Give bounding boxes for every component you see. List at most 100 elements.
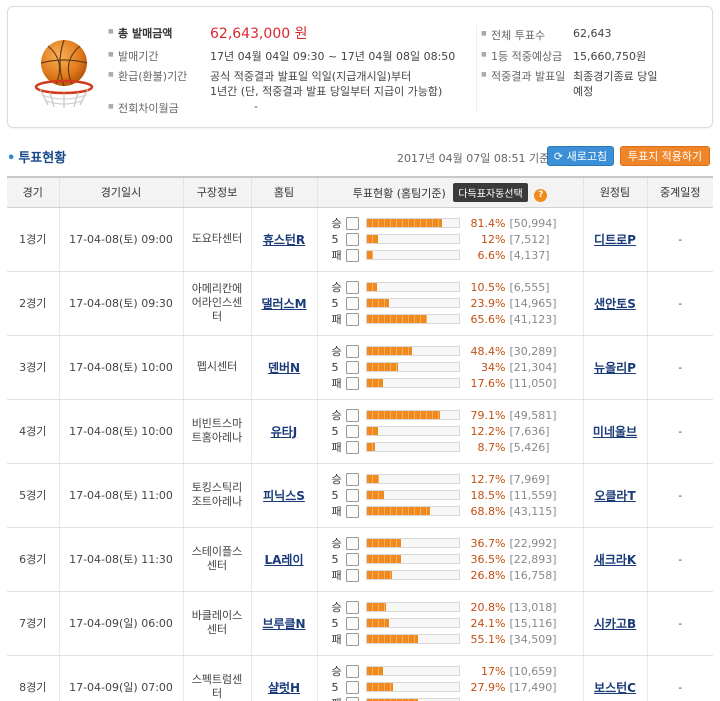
home-team-link[interactable]: 휴스턴R	[263, 233, 305, 247]
vote-checkbox[interactable]	[345, 232, 359, 246]
vote-option-label: 5	[331, 296, 339, 310]
vote-option-label: 5	[331, 424, 339, 438]
vote-line: 승 81.4% [50,994]	[332, 215, 579, 231]
away-team-link[interactable]: 미네울브	[593, 425, 637, 439]
header-datetime: 경기일시	[58, 176, 183, 208]
auto-select-button[interactable]: 다득표자동선택	[453, 182, 528, 202]
vote-bar	[365, 554, 460, 564]
vote-checkbox[interactable]	[345, 488, 359, 502]
vote-checkbox[interactable]	[345, 600, 359, 614]
broadcast: -	[646, 271, 713, 336]
vote-line: 패 55.1% [34,509]	[332, 631, 579, 647]
carryover-label: 전회차이월금	[108, 100, 179, 116]
vote-checkbox[interactable]	[345, 664, 359, 678]
away-team-link[interactable]: 오클라T	[594, 489, 635, 503]
vote-checkbox[interactable]	[345, 536, 359, 550]
game-number: 7경기	[7, 591, 59, 656]
vote-percent: 81.4%	[470, 216, 506, 230]
home-team-link[interactable]: 댈러스M	[261, 297, 306, 311]
game-datetime: 17-04-08(토) 10:00	[58, 335, 183, 400]
vote-checkbox[interactable]	[345, 504, 359, 518]
home-team-link[interactable]: 유타J	[271, 425, 298, 439]
refresh-button[interactable]: ⟳ 새로고침	[547, 146, 614, 166]
vote-cell: 승 17%[10,659] 5 27.9%[17,490] 패	[316, 655, 583, 701]
home-team-cell: 댈러스M	[250, 271, 317, 336]
vote-checkbox[interactable]	[345, 632, 359, 646]
away-team-link[interactable]: 보스턴C	[594, 681, 636, 695]
home-team-cell: 유타J	[250, 399, 317, 464]
vote-percent: 12%	[481, 232, 506, 246]
broadcast: -	[646, 527, 713, 592]
vote-line: 패 68.8% [43,115]	[332, 503, 579, 519]
help-icon[interactable]: ?	[534, 188, 548, 202]
broadcast: -	[646, 335, 713, 400]
vote-checkbox[interactable]	[345, 312, 359, 326]
vote-bar-fill	[366, 635, 418, 643]
header-vote: 투표현황 (홈팀기준) 다득표자동선택 ?	[316, 176, 583, 208]
vote-checkbox[interactable]	[345, 280, 359, 294]
vote-bar	[365, 506, 460, 516]
vote-percent: 68.8%	[470, 504, 506, 518]
broadcast: -	[646, 207, 713, 272]
vote-checkbox[interactable]	[345, 424, 359, 438]
vote-percent: 17%	[481, 664, 506, 678]
vote-cell: 승 81.4% [50,994] 5 12% [7,512] 패 6.6% [4,137]	[316, 207, 583, 272]
vote-count: [10,659]	[509, 664, 557, 678]
vote-option-label: 패	[331, 505, 342, 518]
home-team-link[interactable]: LA레이	[264, 553, 303, 567]
home-team-link[interactable]: 피닉스S	[263, 489, 305, 503]
away-team-link[interactable]: 디트로P	[594, 233, 636, 247]
vote-percent: 18.5%	[470, 488, 506, 502]
vote-option-label: 패	[331, 313, 342, 326]
game-datetime: 17-04-08(토) 09:00	[58, 207, 183, 272]
home-team-cell: 브루클N	[250, 591, 317, 656]
vote-percent: 12.2%	[470, 424, 506, 438]
home-team-link[interactable]: 덴버N	[268, 361, 300, 375]
home-team-link[interactable]: 샬럿H	[268, 681, 300, 695]
away-team-link[interactable]: 시카고B	[594, 617, 636, 631]
game-number: 2경기	[7, 271, 59, 336]
vote-checkbox[interactable]	[345, 616, 359, 630]
vote-percent: 65.6%	[470, 312, 506, 326]
vote-option-label: 승	[331, 473, 342, 486]
away-team-cell: 뉴올리P	[582, 335, 647, 400]
vote-option-label: 5	[331, 232, 339, 246]
away-team-link[interactable]: 샌안토S	[594, 297, 636, 311]
vote-checkbox[interactable]	[345, 440, 359, 454]
vote-checkbox[interactable]	[345, 696, 359, 701]
home-team-link[interactable]: 브루클N	[262, 617, 305, 631]
venue: 펩시센터	[182, 335, 251, 400]
vote-percent: 17.6%	[470, 376, 506, 390]
header-away: 원정팀	[582, 176, 647, 208]
vote-checkbox[interactable]	[345, 408, 359, 422]
refresh-button-label: 새로고침	[566, 150, 608, 163]
vote-percent: 8.7%	[477, 440, 506, 454]
vote-bar-fill	[366, 219, 442, 227]
table-row: 2경기 17-04-08(토) 09:30 아메리칸에어라인스센터 댈러스M 승 10.5…	[7, 271, 713, 336]
vote-line: 5 12.2% [7,636]	[332, 423, 579, 439]
away-team-link[interactable]: 새크라K	[594, 553, 636, 567]
vote-checkbox[interactable]	[345, 376, 359, 390]
vote-checkbox[interactable]	[345, 552, 359, 566]
vote-checkbox[interactable]	[345, 472, 359, 486]
vote-bar-fill	[366, 347, 412, 355]
apply-ballot-button[interactable]: 투표지 적용하기	[620, 146, 710, 166]
table-row: 3경기 17-04-08(토) 10:00 펩시센터 덴버N 승 48.4% [30,289…	[7, 335, 713, 400]
refund-period-value-1: 공식 적중결과 발표일 익일(지급개시일)부터	[210, 70, 412, 83]
vote-bar-fill	[366, 603, 386, 611]
vote-checkbox[interactable]	[345, 568, 359, 582]
vote-bar	[365, 426, 460, 436]
vote-checkbox[interactable]	[345, 344, 359, 358]
vote-checkbox[interactable]	[345, 296, 359, 310]
away-team-cell: 샌안토S	[582, 271, 647, 336]
vote-bar	[365, 410, 460, 420]
result-date-value-2: 예정	[573, 85, 594, 98]
vote-bar-fill	[366, 379, 383, 387]
vote-checkbox[interactable]	[345, 248, 359, 262]
vote-checkbox[interactable]	[345, 680, 359, 694]
away-team-link[interactable]: 뉴올리P	[594, 361, 636, 375]
vote-option-label: 5	[331, 488, 339, 502]
vote-checkbox[interactable]	[345, 360, 359, 374]
vote-checkbox[interactable]	[345, 216, 359, 230]
vote-line: 패 26.8% [16,758]	[332, 567, 579, 583]
